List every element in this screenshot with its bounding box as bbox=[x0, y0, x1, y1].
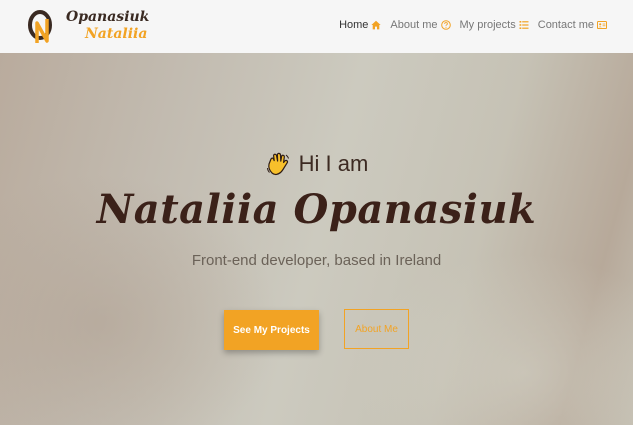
nav-item-label: About me bbox=[390, 19, 438, 31]
hero-greeting: Hi I am bbox=[0, 151, 633, 177]
nav-item-home[interactable]: Home bbox=[339, 19, 382, 31]
brand-firstname: Nataliia bbox=[85, 26, 148, 42]
contact-card-icon bbox=[597, 21, 607, 29]
nav-item-about[interactable]: About me bbox=[390, 19, 451, 31]
waving-hand-icon bbox=[266, 152, 289, 176]
nav-item-label: Home bbox=[339, 19, 369, 31]
main-nav: Home About me My projects Contact me bbox=[339, 19, 607, 31]
brand-logo[interactable]: Opanasiuk Nataliia bbox=[28, 7, 168, 47]
nav-item-projects[interactable]: My projects bbox=[460, 19, 529, 31]
nav-item-contact[interactable]: Contact me bbox=[538, 19, 607, 31]
question-circle-icon bbox=[440, 20, 451, 30]
hero-name: Nataliia Opanasiuk bbox=[96, 186, 537, 233]
hero-subtitle: Front-end developer, based in Ireland bbox=[191, 252, 442, 269]
hero-section: Hi I am Nataliia Opanasiuk Front-end dev… bbox=[0, 53, 633, 425]
greeting-text: Hi I am bbox=[298, 151, 369, 176]
nav-item-label: My projects bbox=[459, 19, 516, 31]
see-projects-button[interactable]: See My Projects bbox=[224, 310, 319, 350]
nav-item-label: Contact me bbox=[537, 19, 594, 31]
about-me-button[interactable]: About Me bbox=[344, 309, 409, 349]
logo-icon bbox=[28, 10, 52, 43]
list-icon bbox=[519, 21, 529, 29]
brand-surname: Opanasiuk bbox=[66, 9, 150, 25]
navbar: Opanasiuk Nataliia Home About me My proj… bbox=[0, 0, 633, 53]
home-icon bbox=[371, 20, 382, 30]
